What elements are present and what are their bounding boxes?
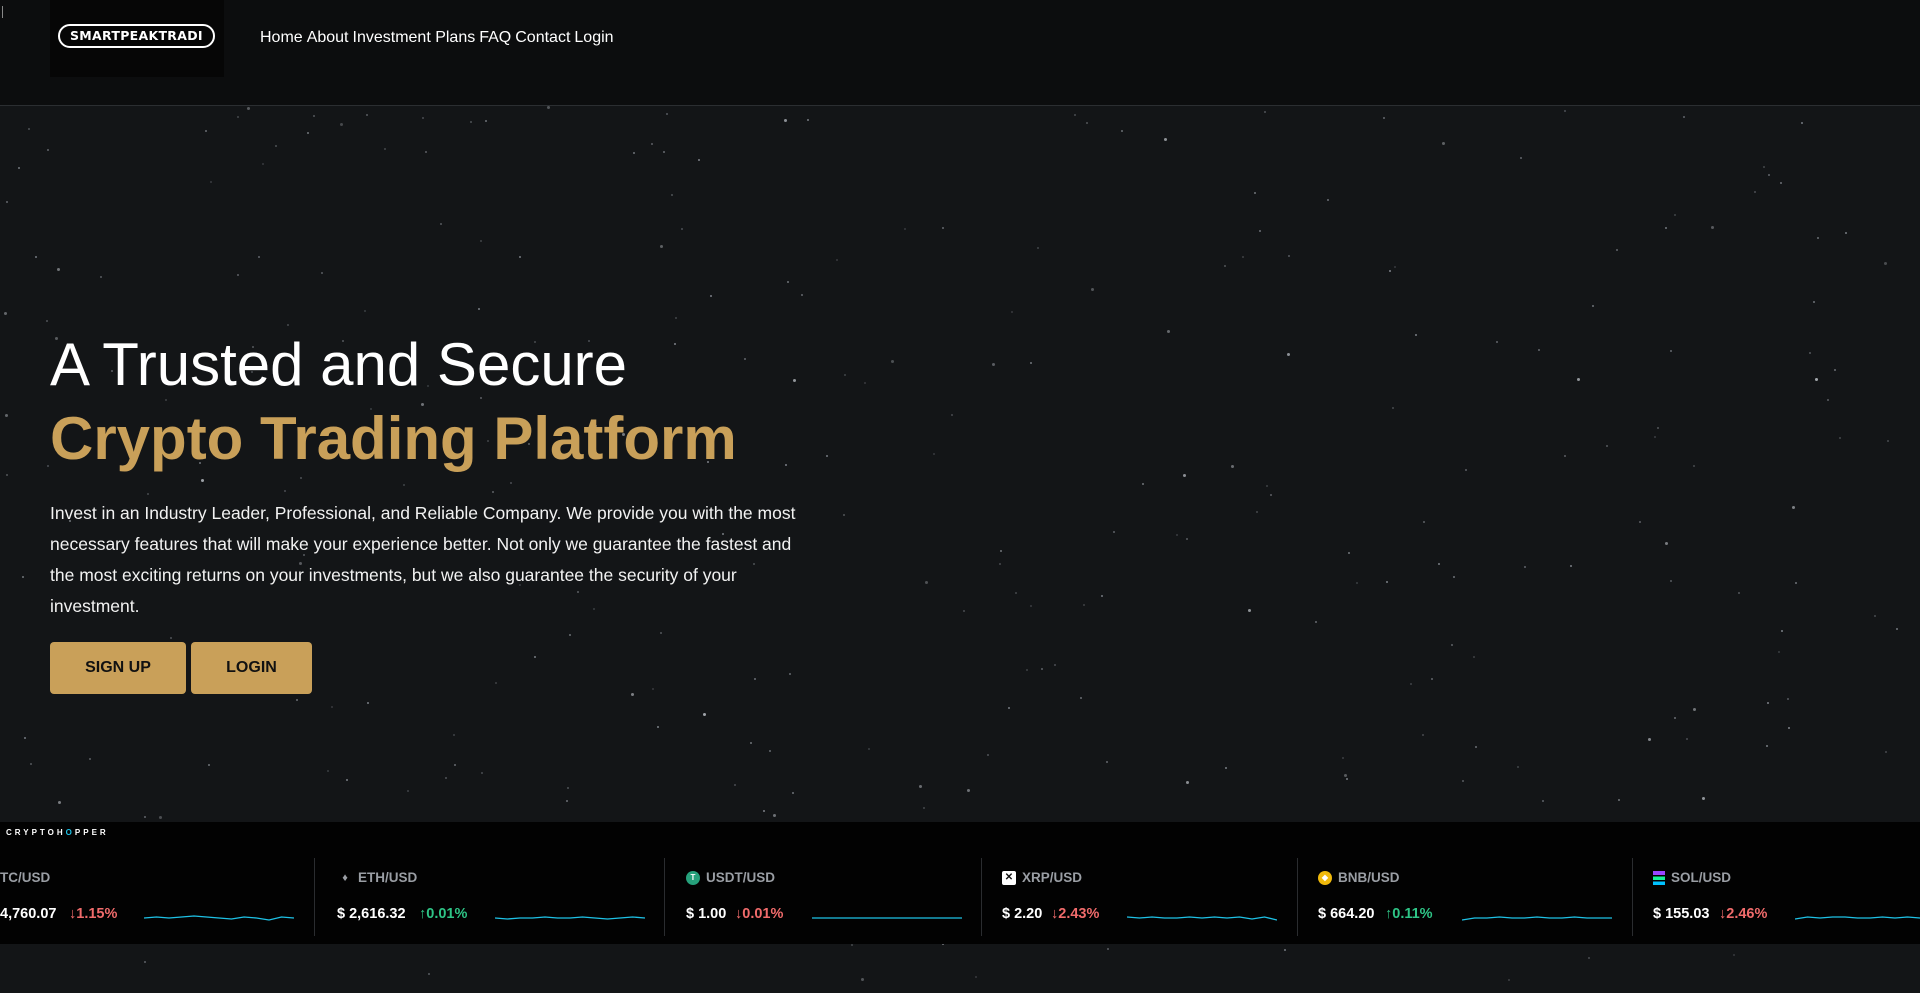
ticker-pair: SOL/USD bbox=[1671, 870, 1732, 885]
site-header: SMARTPEAKTRADI Home About Investment Pla… bbox=[0, 0, 1920, 106]
logo-text: SMARTPEAKTRADI bbox=[58, 24, 215, 48]
main-nav: Home About Investment Plans FAQ Contact … bbox=[260, 29, 614, 47]
ticker-change: ↓1.15% bbox=[69, 906, 118, 922]
text-cursor bbox=[2, 6, 3, 18]
sparkline-chart bbox=[1127, 916, 1277, 921]
ticker-brand-o: O bbox=[65, 828, 75, 837]
ticker-separator bbox=[981, 858, 982, 936]
ticker-item-usdt[interactable]: T USDT/USD $ 1.00 ↓0.01% bbox=[664, 858, 981, 940]
nav-investment-plans[interactable]: Investment Plans bbox=[353, 29, 476, 47]
ticker-item-btc[interactable]: TC/USD 4,760.07 ↓1.15% bbox=[0, 858, 295, 940]
xrp-icon: ✕ bbox=[1002, 870, 1016, 885]
ticker-pair: USDT/USD bbox=[706, 870, 776, 885]
sparkline-path bbox=[1795, 916, 1920, 920]
ticker-item-bnb[interactable]: ◆ BNB/USD $ 664.20 ↑0.11% bbox=[1297, 858, 1632, 940]
ticker-price: 4,760.07 bbox=[0, 906, 57, 922]
ticker-price: $ 155.03 bbox=[1653, 906, 1710, 922]
ticker-separator bbox=[664, 858, 665, 936]
ticker-pair: TC/USD bbox=[0, 870, 51, 885]
ticker-price: $ 1.00 bbox=[686, 906, 727, 922]
ticker-price: $ 2,616.32 bbox=[337, 906, 406, 922]
sparkline-chart bbox=[1462, 916, 1612, 921]
sparkline-chart bbox=[144, 915, 294, 921]
hero-section: A Trusted and Secure Crypto Trading Plat… bbox=[50, 330, 810, 694]
hero-title-line2: Crypto Trading Platform bbox=[50, 405, 737, 472]
sparkline-path bbox=[495, 916, 645, 920]
ticker-item-eth[interactable]: ♦ ETH/USD $ 2,616.32 ↑0.01% bbox=[314, 858, 664, 940]
ticker-pair: BNB/USD bbox=[1338, 870, 1400, 885]
login-button[interactable]: LOGIN bbox=[191, 642, 312, 694]
nav-faq[interactable]: FAQ bbox=[479, 29, 511, 47]
ticker-change: ↓2.43% bbox=[1051, 906, 1100, 922]
sparkline-path bbox=[1462, 916, 1612, 921]
sparkline-path bbox=[1127, 916, 1277, 921]
signup-button[interactable]: SIGN UP bbox=[50, 642, 186, 694]
ticker-brand-pre: CRYPTOH bbox=[6, 828, 66, 837]
ticker-item-xrp[interactable]: ✕ XRP/USD $ 2.20 ↓2.43% bbox=[981, 858, 1297, 940]
ticker-separator bbox=[314, 858, 315, 936]
crypto-ticker[interactable]: CRYPTOHOPPER TC/USD 4,760.07 ↓1.15% ♦ ETH… bbox=[0, 822, 1920, 944]
sparkline-chart bbox=[1795, 916, 1920, 920]
ticker-change: ↑0.11% bbox=[1385, 906, 1433, 922]
ticker-item-sol[interactable]: SOL/USD $ 155.03 ↓2.46% bbox=[1632, 858, 1920, 940]
ticker-change: ↑0.01% bbox=[419, 906, 468, 922]
solana-icon bbox=[1653, 870, 1665, 885]
nav-home[interactable]: Home bbox=[260, 29, 303, 47]
ticker-price: $ 664.20 bbox=[1318, 906, 1375, 922]
bnb-icon: ◆ bbox=[1318, 870, 1332, 885]
tether-icon: T bbox=[686, 870, 700, 885]
hero-description: Invest in an Industry Leader, Profession… bbox=[50, 503, 796, 616]
sparkline-chart bbox=[812, 917, 962, 919]
ticker-pair: ETH/USD bbox=[358, 870, 418, 885]
hero-title-line1: A Trusted and Secure bbox=[50, 331, 628, 398]
nav-login[interactable]: Login bbox=[574, 29, 613, 47]
ticker-change: ↓0.01% bbox=[735, 906, 784, 922]
ticker-price: $ 2.20 bbox=[1002, 906, 1043, 922]
ethereum-icon: ♦ bbox=[342, 871, 348, 884]
hero-buttons: SIGN UP LOGIN bbox=[50, 642, 810, 694]
nav-contact[interactable]: Contact bbox=[515, 29, 570, 47]
ticker-change: ↓2.46% bbox=[1719, 906, 1768, 922]
nav-about[interactable]: About bbox=[307, 29, 349, 47]
ticker-separator bbox=[1632, 858, 1633, 936]
ticker-pair: XRP/USD bbox=[1022, 870, 1083, 885]
ticker-brand-post: PPER bbox=[74, 828, 109, 837]
logo[interactable]: SMARTPEAKTRADI bbox=[50, 0, 224, 77]
ticker-separator bbox=[1297, 858, 1298, 936]
ticker-brand: CRYPTOHOPPER bbox=[6, 828, 109, 837]
sparkline-chart bbox=[495, 916, 645, 920]
sparkline-path bbox=[144, 915, 294, 921]
